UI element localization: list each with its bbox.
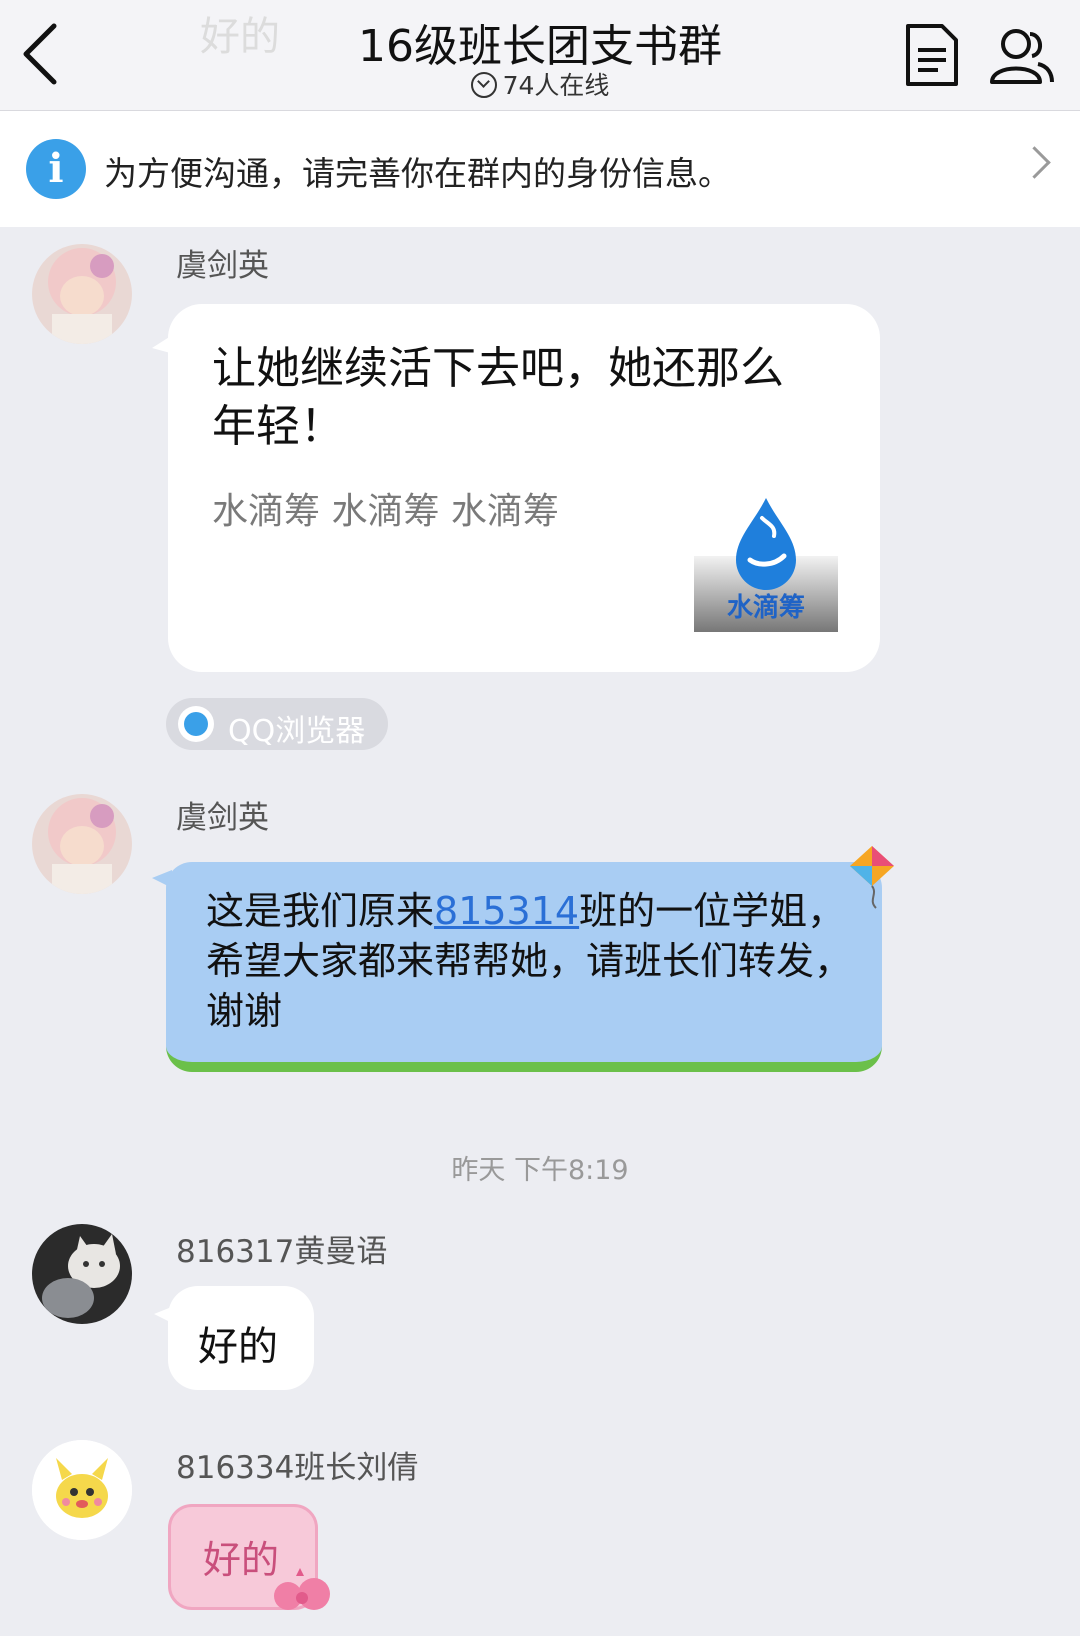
avatar-cartoon[interactable]	[32, 1440, 132, 1540]
sender-name: 虞剑英	[176, 248, 269, 284]
card-subtitle: 水滴筹 水滴筹 水滴筹	[212, 491, 559, 532]
class-number-link[interactable]: 815314	[434, 889, 579, 933]
sender-name: 816317黄曼语	[176, 1234, 388, 1270]
avatar-cats[interactable]	[32, 1224, 132, 1324]
timestamp: 昨天 下午8:19	[451, 1155, 629, 1186]
avatar-baby[interactable]	[32, 794, 132, 894]
source-qq-browser[interactable]: QQ浏览器	[166, 698, 388, 750]
chevron-down-icon	[470, 72, 497, 98]
shuidichou-logo: 水滴筹	[694, 498, 838, 632]
qq-browser-icon	[178, 706, 214, 742]
online-count-label: 74人在线	[502, 71, 610, 100]
message-text: 这是我们原来815314班的一位学姐，希望大家都来帮帮她，请班长们转发，谢谢	[206, 889, 853, 1033]
ribbon-decoration-icon	[274, 1568, 330, 1610]
card-title: 让她继续活下去吧，她还那么年轻！	[212, 343, 784, 452]
chat-header: 好的 16级班长团支书群 74人在线	[0, 0, 1080, 111]
source-label: QQ浏览器	[228, 714, 366, 749]
sender-name: 816334班长刘倩	[176, 1450, 419, 1486]
notice-text: 为方便沟通，请完善你在群内的身份信息。	[104, 154, 731, 193]
logo-text: 水滴筹	[727, 592, 805, 623]
shared-link-card[interactable]: 让她继续活下去吧，她还那么年轻！ 水滴筹 水滴筹 水滴筹 水滴筹	[152, 304, 880, 672]
group-document-icon[interactable]	[896, 20, 966, 90]
profile-notice-bar[interactable]: i 为方便沟通，请完善你在群内的身份信息。	[0, 111, 1080, 227]
message-text: 好的	[203, 1538, 280, 1582]
sender-name: 虞剑英	[176, 800, 269, 836]
info-icon: i	[26, 139, 86, 199]
group-members-icon[interactable]	[986, 20, 1056, 90]
message-text: 好的	[198, 1324, 278, 1370]
avatar-baby[interactable]	[32, 244, 132, 344]
kite-decoration-icon	[850, 846, 894, 909]
message-bubble[interactable]: 好的	[154, 1286, 314, 1390]
chevron-right-icon	[1018, 146, 1051, 179]
message-bubble-themed[interactable]: 这是我们原来815314班的一位学姐，希望大家都来帮帮她，请班长们转发，谢谢	[152, 862, 882, 1072]
